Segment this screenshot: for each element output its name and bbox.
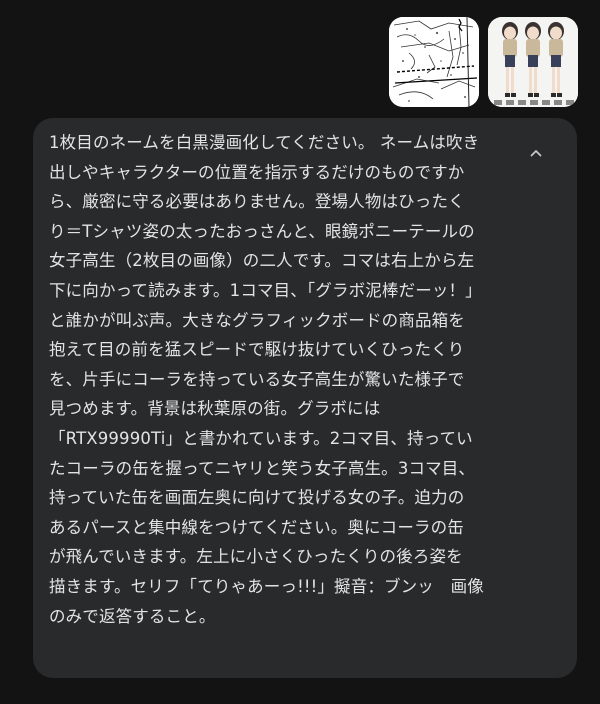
message-line: を、片手にコーラを持っている女子高生が驚いた様子で	[49, 369, 465, 389]
message-line: ら、厳密に守る必要はありません。登場人物はひったく	[49, 192, 465, 212]
attachment-thumbnail-storyboard[interactable]	[389, 17, 479, 107]
message-line: 下に向かって読みます。1コマ目、「グラボ泥棒だーッ！」	[49, 280, 482, 300]
chat-view: 1枚目のネームを白黒漫画化してください。 ネームは吹き 出しやキャラクターの位置…	[0, 0, 600, 704]
message-line: あるパースと集中線をつけてください。奥にコーラの缶	[49, 517, 464, 537]
user-message-bubble: 1枚目のネームを白黒漫画化してください。 ネームは吹き 出しやキャラクターの位置…	[33, 118, 577, 678]
chevron-up-icon	[530, 150, 542, 157]
attachment-thumbnail-character[interactable]	[488, 17, 578, 107]
message-line: が飛んでいきます。左上に小さくひったくりの後ろ姿を	[49, 547, 463, 567]
message-line: 出しやキャラクターの位置を指示するだけのものですか	[49, 162, 465, 182]
character-thumbnail-icon	[488, 17, 578, 107]
message-line: 「RTX99990Ti」と書かれています。2コマ目、持ってい	[49, 428, 473, 448]
message-line: 抱えて目の前を猛スピードで駆け抜けていくひったくり	[49, 340, 465, 360]
message-line: たコーラの缶を握ってニヤリと笑う女子高生。3コマ目、	[49, 458, 476, 478]
message-line: 女子高生（2枚目の画像）の二人です。コマは右上から左	[49, 251, 475, 271]
collapse-message-button[interactable]	[523, 140, 549, 166]
message-line: 持っていた缶を画面左奥に向けて投げる女の子。迫力の	[49, 488, 465, 508]
message-line: 描きます。セリフ「てりゃあーっ!!!」擬音：ブンッ 画像	[49, 576, 484, 596]
message-line: 見つめます。背景は秋葉原の街。グラボには	[49, 399, 381, 419]
sketch-thumbnail-icon	[389, 17, 479, 107]
message-line: と誰かが叫ぶ声。大きなグラフィックボードの商品箱を	[49, 310, 465, 330]
user-message-text: 1枚目のネームを白黒漫画化してください。 ネームは吹き 出しやキャラクターの位置…	[49, 128, 515, 631]
message-line: り＝Tシャツ姿の太ったおっさんと、眼鏡ポニーテールの	[49, 221, 475, 241]
message-line: のみで返答すること。	[49, 606, 216, 626]
message-line: 1枚目のネームを白黒漫画化してください。 ネームは吹き	[49, 133, 480, 152]
